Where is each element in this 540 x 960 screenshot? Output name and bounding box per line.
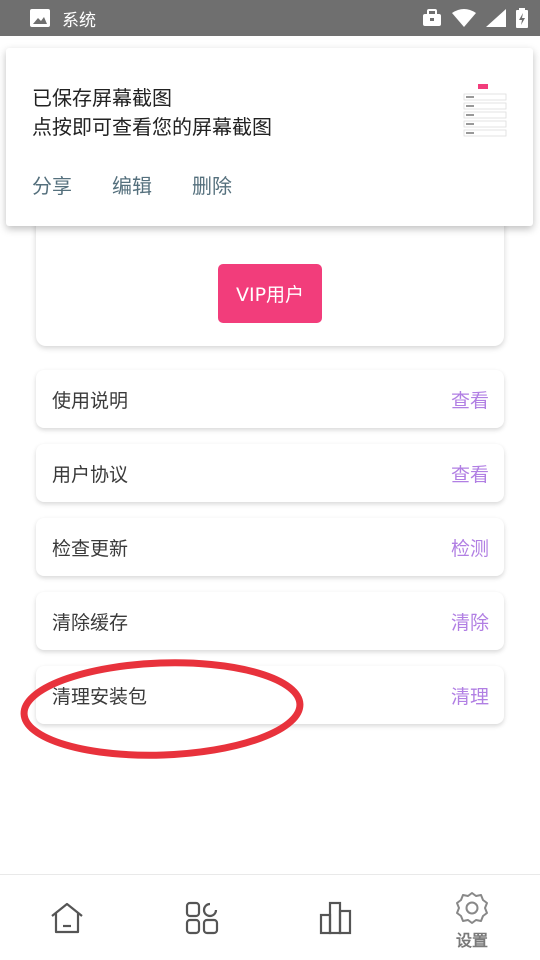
apps-icon [185, 901, 219, 935]
clean-packages-link[interactable]: 清理 [451, 682, 489, 709]
settings-row-usage-guide[interactable]: 使用说明 查看 [36, 370, 504, 428]
settings-row-label: 清理安装包 [52, 685, 148, 708]
nav-settings[interactable]: 设置 [437, 875, 507, 960]
image-icon [30, 9, 50, 27]
settings-row-check-update[interactable]: 检查更新 检测 [36, 518, 504, 576]
clear-cache-link[interactable]: 清除 [451, 608, 489, 635]
nav-stats[interactable] [301, 875, 371, 960]
screenshot-thumbnail[interactable] [458, 74, 512, 174]
settings-row-clean-packages[interactable]: 清理安装包 清理 [36, 666, 504, 724]
delete-button[interactable]: 删除 [192, 170, 232, 199]
home-icon [51, 902, 83, 934]
gear-icon [456, 892, 488, 924]
settings-row-label: 检查更新 [52, 537, 129, 560]
nav-settings-label: 设置 [455, 931, 488, 950]
notification-title: 已保存屏幕截图 [32, 86, 172, 110]
nav-home[interactable] [32, 875, 102, 960]
bottom-nav: 设置 [0, 874, 540, 960]
chart-icon [319, 901, 352, 935]
check-update-link[interactable]: 检测 [451, 534, 489, 561]
screenshot-notification[interactable]: 已保存屏幕截图 点按即可查看您的屏幕截图 分享 编辑 删除 [6, 48, 533, 226]
edit-button[interactable]: 编辑 [112, 170, 152, 199]
settings-list: 使用说明 查看 用户协议 查看 检查更新 检测 清除缓存 清除 清理安装包 清理 [36, 370, 504, 740]
battery-icon [516, 8, 528, 28]
briefcase-icon [422, 9, 442, 27]
settings-row-label: 用户协议 [52, 463, 129, 486]
notification-text: 点按即可查看您的屏幕截图 [32, 115, 272, 139]
vip-button[interactable]: VIP用户 [218, 264, 322, 323]
status-bar: 系统 [0, 0, 540, 36]
wifi-icon [452, 9, 476, 27]
settings-row-label: 清除缓存 [52, 611, 129, 634]
notification-actions: 分享 编辑 删除 [32, 170, 272, 199]
view-user-agreement-link[interactable]: 查看 [451, 460, 489, 487]
status-app-label: 系统 [62, 10, 96, 31]
settings-row-user-agreement[interactable]: 用户协议 查看 [36, 444, 504, 502]
nav-apps[interactable] [167, 875, 237, 960]
settings-row-label: 使用说明 [52, 389, 129, 412]
settings-row-clear-cache[interactable]: 清除缓存 清除 [36, 592, 504, 650]
share-button[interactable]: 分享 [32, 170, 72, 199]
signal-icon [486, 9, 506, 27]
view-usage-guide-link[interactable]: 查看 [451, 386, 489, 413]
